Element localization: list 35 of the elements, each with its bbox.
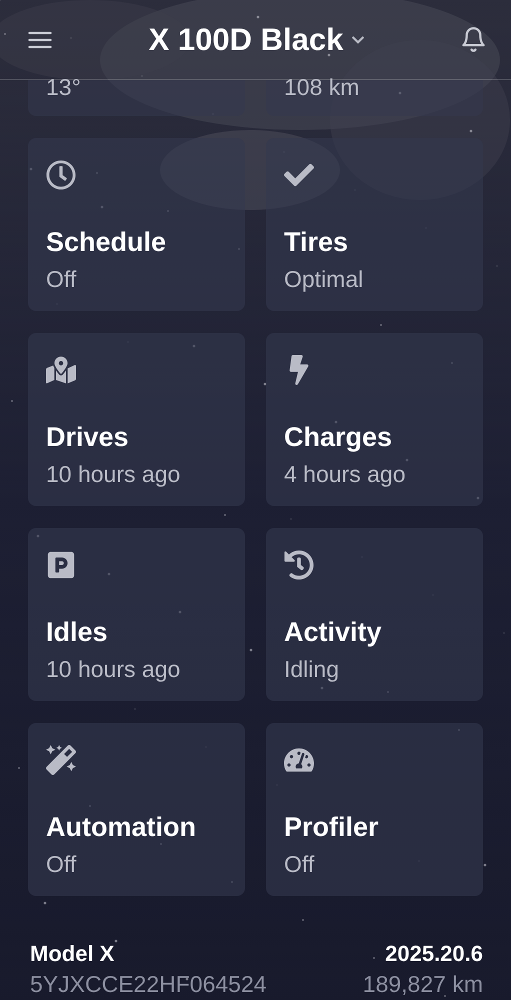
odometer: 189,827 km — [362, 971, 483, 998]
card-status: Off — [46, 266, 78, 293]
card-title: Automation — [46, 812, 197, 843]
clock-icon — [46, 160, 76, 190]
history-clock-icon — [284, 550, 314, 580]
software-version: 2025.20.6 — [384, 941, 483, 967]
card-status: Optimal — [284, 266, 364, 293]
card-title: Drives — [46, 422, 130, 453]
feature-card[interactable]: Idles 10 hours ago — [28, 528, 245, 701]
card-title: Schedule — [46, 227, 168, 258]
card-title: Activity — [284, 617, 383, 648]
vehicle-selector[interactable]: X 100D Black — [148, 22, 366, 58]
feature-card[interactable]: Activity Idling — [266, 528, 483, 701]
card-title: Charges — [284, 422, 394, 453]
feature-card[interactable]: Automation Off — [28, 723, 245, 896]
card-status: Idling — [284, 656, 340, 683]
model-name: Model X — [30, 941, 116, 967]
card-title: Idles — [46, 617, 109, 648]
card-status: Off — [46, 851, 78, 878]
magic-wand-icon — [46, 745, 76, 775]
card-title: Tires — [284, 227, 350, 258]
feature-card[interactable]: Drives 10 hours ago — [28, 333, 245, 506]
card-status: 4 hours ago — [284, 461, 406, 488]
notifications-button[interactable] — [460, 26, 487, 53]
card-status: 10 hours ago — [46, 461, 182, 488]
card-status: Off — [284, 851, 316, 878]
parking-sign-icon — [46, 550, 76, 580]
feature-card[interactable]: Charges 4 hours ago — [266, 333, 483, 506]
feature-card[interactable]: Tires Optimal — [266, 138, 483, 311]
feature-card[interactable]: Schedule Off — [28, 138, 245, 311]
map-pin-icon — [46, 355, 76, 385]
vin-number: 5YJXCCE22HF064524 — [30, 971, 268, 998]
card-status: 10 hours ago — [46, 656, 182, 683]
card-title: Profiler — [284, 812, 380, 843]
feature-card[interactable]: Profiler Off — [266, 723, 483, 896]
